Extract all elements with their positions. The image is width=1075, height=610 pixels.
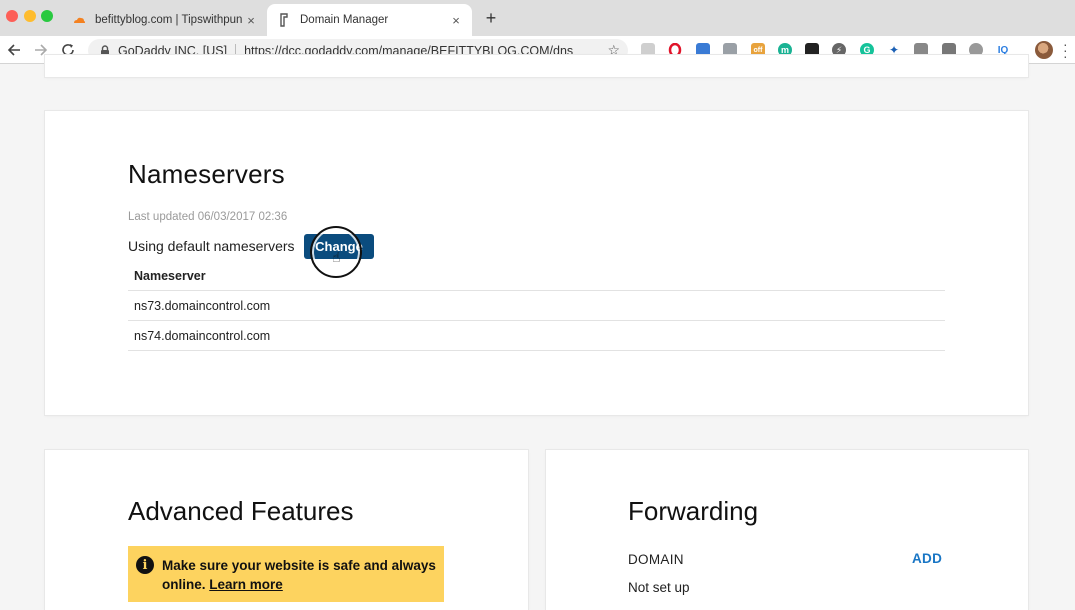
info-icon: i — [136, 556, 154, 574]
forwarding-title: Forwarding — [628, 496, 759, 526]
learn-more-link[interactable]: Learn more — [209, 577, 283, 592]
new-tab-button[interactable]: + — [482, 8, 500, 29]
cloudflare-icon — [72, 13, 86, 27]
advanced-features-card: Advanced Features i Make sure your websi… — [45, 450, 528, 610]
tab-close-icon[interactable]: × — [243, 13, 259, 28]
domain-forwarding-label: DOMAIN — [628, 552, 684, 567]
window-zoom-button[interactable] — [41, 10, 53, 22]
tab-befittyblog[interactable]: befittyblog.com | Tipswithpunc × — [62, 4, 267, 36]
table-row: ns73.domaincontrol.com — [128, 290, 945, 321]
table-row: ns74.domaincontrol.com — [128, 320, 945, 351]
nameservers-card: Nameservers Last updated 06/03/2017 02:3… — [45, 111, 1028, 415]
nameserver-cell: ns73.domaincontrol.com — [128, 290, 945, 321]
nameserver-table: Nameserver ns73.domaincontrol.com ns74.d… — [128, 261, 945, 351]
tab-domain-manager[interactable]: Domain Manager × — [267, 4, 472, 36]
table-header-row: Nameserver — [128, 261, 945, 291]
godaddy-icon — [277, 13, 291, 27]
tab-title: Domain Manager — [300, 14, 389, 26]
advanced-features-title: Advanced Features — [128, 496, 354, 526]
notice-message: Make sure your website is safe and alway… — [162, 556, 436, 594]
website-safety-notice: i Make sure your website is safe and alw… — [128, 546, 444, 602]
nameserver-cell: ns74.domaincontrol.com — [128, 320, 945, 351]
previous-card — [45, 55, 1028, 77]
back-arrow-icon[interactable] — [4, 40, 24, 60]
window-close-button[interactable] — [6, 10, 18, 22]
tab-close-icon[interactable]: × — [448, 13, 464, 28]
last-updated-text: Last updated 06/03/2017 02:36 — [128, 211, 288, 223]
browser-tab-strip: befittyblog.com | Tipswithpunc × Domain … — [0, 0, 1075, 36]
window-minimize-button[interactable] — [24, 10, 36, 22]
nameserver-column-header: Nameserver — [128, 261, 945, 291]
nameservers-title: Nameservers — [128, 159, 285, 189]
forwarding-card: Forwarding DOMAIN ADD Not set up — [546, 450, 1028, 610]
page-content: Nameservers Last updated 06/03/2017 02:3… — [0, 55, 1075, 610]
add-forwarding-button[interactable]: ADD — [912, 551, 942, 566]
browser-menu-icon[interactable]: · · · — [1063, 37, 1071, 63]
forwarding-status: Not set up — [628, 580, 690, 595]
avatar[interactable] — [1035, 41, 1053, 59]
notice-text: Make sure your website is safe and alway… — [162, 558, 436, 592]
nameserver-mode-text: Using default nameservers — [128, 238, 295, 254]
tab-title: befittyblog.com | Tipswithpunc — [95, 14, 243, 26]
honey-badge: off — [753, 46, 763, 54]
